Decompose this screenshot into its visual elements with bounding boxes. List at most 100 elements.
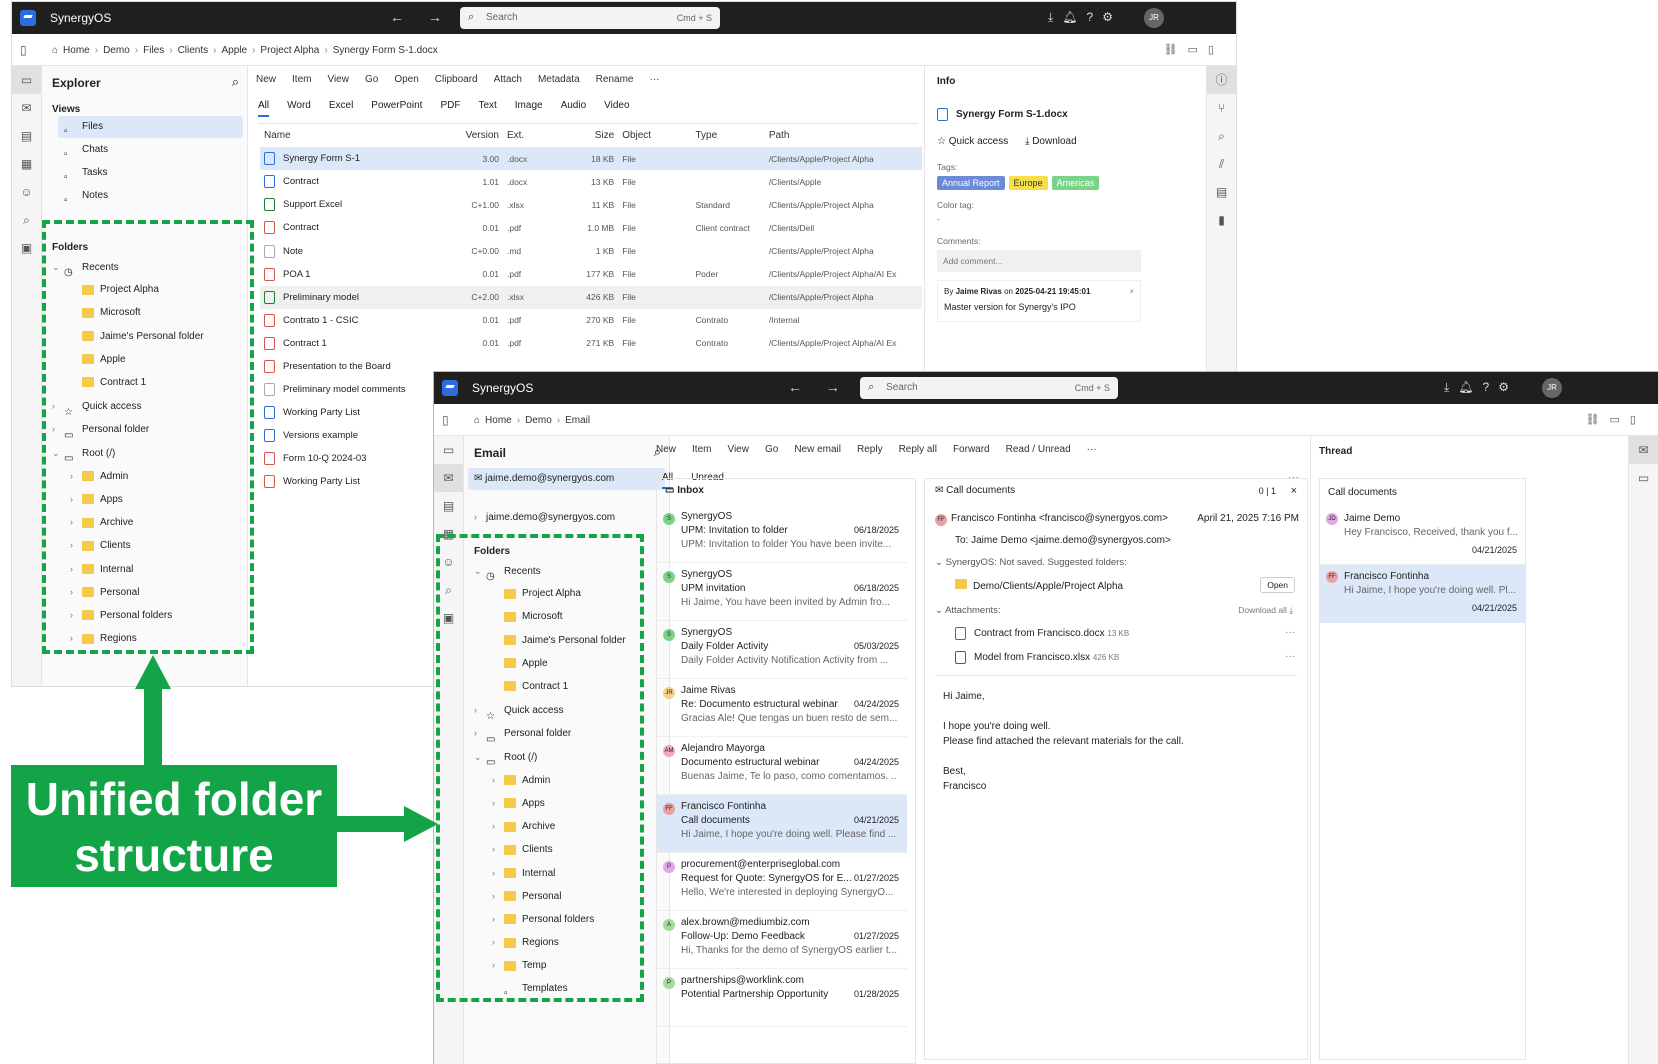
- grid-icon[interactable]: ▦: [12, 150, 41, 178]
- breadcrumb-item[interactable]: Synergy Form S-1.docx: [333, 45, 438, 56]
- mail-icon[interactable]: ✉: [12, 94, 41, 122]
- tab[interactable]: Video: [604, 100, 629, 115]
- quick-access-button[interactable]: Quick access: [949, 136, 1008, 147]
- open-button[interactable]: Open: [1260, 577, 1295, 593]
- tab[interactable]: Image: [515, 100, 543, 115]
- column-header[interactable]: Type: [691, 124, 765, 148]
- view-item[interactable]: ▫ Chats: [58, 139, 243, 161]
- close-icon[interactable]: ×: [1129, 287, 1134, 296]
- breadcrumb-item[interactable]: Files: [143, 45, 164, 56]
- toolbar-button[interactable]: Forward: [953, 444, 990, 455]
- toolbar-button[interactable]: View: [727, 444, 749, 455]
- toolbar-button[interactable]: ···: [649, 74, 659, 85]
- table-row[interactable]: Contrato 1 - CSIC 0.01 .pdf 270 KB File Contr…: [260, 309, 922, 332]
- list-item[interactable]: FF Francisco Fontinha Call documents 04/21/…: [657, 795, 907, 853]
- toolbar-button[interactable]: Metadata: [538, 74, 580, 85]
- tab[interactable]: PowerPoint: [371, 100, 422, 115]
- toolbar-button[interactable]: Rename: [596, 74, 634, 85]
- search-rail-icon[interactable]: ⌕: [12, 206, 41, 234]
- sidebar-toggle-icon[interactable]: ▯: [442, 413, 449, 427]
- folder-icon[interactable]: ▭: [434, 436, 463, 464]
- table-row[interactable]: POA 1 0.01 .pdf 177 KB File Poder/Clients/App…: [260, 263, 922, 286]
- tab[interactable]: Text: [478, 100, 496, 115]
- table-row[interactable]: Contract 1.01 .docx 13 KB File/Clients/Apple: [260, 170, 922, 193]
- breadcrumb-item[interactable]: Home: [63, 45, 90, 56]
- table-row[interactable]: Synergy Form S-1 3.00 .docx 18 KB File/Clien…: [260, 147, 922, 171]
- chart-icon[interactable]: ⫽: [1207, 150, 1236, 178]
- branch-icon[interactable]: ⑂: [1207, 94, 1236, 122]
- toolbar-button[interactable]: Attach: [494, 74, 522, 85]
- list-item[interactable]: S SynergyOS Daily Folder Activity 05/03/202…: [657, 621, 907, 679]
- table-row[interactable]: Contract 0.01 .pdf 1.0 MB File Client contrac…: [260, 216, 922, 239]
- sidebar-toggle-icon[interactable]: ▯: [20, 43, 27, 57]
- crumb-actions-icon[interactable]: ⛓▭▯: [1164, 43, 1224, 56]
- mail-icon[interactable]: ✉: [1629, 436, 1658, 464]
- list-item[interactable]: AM Alejandro Mayorga Documento estructural…: [657, 737, 907, 795]
- column-header[interactable]: Version: [448, 124, 503, 148]
- apps-icon[interactable]: ▣: [12, 234, 41, 262]
- doc-icon[interactable]: ▤: [1207, 178, 1236, 206]
- toolbar-button[interactable]: New: [656, 444, 676, 455]
- info-icon[interactable]: ⓘ: [1207, 66, 1236, 94]
- view-item[interactable]: ▫ Notes: [58, 185, 243, 207]
- search-input[interactable]: ⌕ Search Cmd + S: [860, 377, 1118, 399]
- toolbar-button[interactable]: Item: [292, 74, 311, 85]
- toolbar-button[interactable]: Item: [692, 444, 711, 455]
- chat-icon[interactable]: ▤: [12, 122, 41, 150]
- folder-icon[interactable]: ▭: [1629, 464, 1658, 492]
- breadcrumb-item[interactable]: Demo: [525, 415, 552, 426]
- file-icon[interactable]: ▮: [1207, 206, 1236, 234]
- list-item[interactable]: Aalex.brown@mediumbiz.com Follow-Up: Demo…: [657, 911, 907, 969]
- add-comment-input[interactable]: Add comment...: [937, 250, 1141, 272]
- download-button[interactable]: Download: [1032, 136, 1076, 147]
- star-icon[interactable]: ☆: [937, 136, 949, 147]
- account-item-2[interactable]: › jaime.demo@synergyos.com: [468, 506, 669, 528]
- toolbar-button[interactable]: Reply: [857, 444, 883, 455]
- list-item[interactable]: JR Jaime Rivas Re: Documento estructural w…: [657, 679, 907, 737]
- tab[interactable]: All: [258, 100, 270, 117]
- breadcrumb-item[interactable]: Project Alpha: [260, 45, 319, 56]
- toolbar-button[interactable]: Open: [394, 74, 418, 85]
- tag-badge[interactable]: Europe: [1008, 176, 1048, 190]
- breadcrumb-item[interactable]: Apple: [222, 45, 248, 56]
- toolbar-button[interactable]: New: [256, 74, 276, 85]
- toolbar-button[interactable]: Go: [365, 74, 378, 85]
- toolbar-icons[interactable]: ⤓🔔︎?⚙: [1444, 380, 1518, 395]
- toolbar-button[interactable]: View: [327, 74, 349, 85]
- list-item[interactable]: S SynergyOS UPM invitation 06/18/2025 Hi Jai…: [657, 563, 907, 621]
- list-item[interactable]: Pprocurement@enterpriseglobal.com Request…: [657, 853, 907, 911]
- column-header[interactable]: Object: [618, 124, 692, 148]
- search-icon[interactable]: ⌕: [1207, 122, 1236, 150]
- tag-badge[interactable]: Americas: [1051, 176, 1100, 190]
- table-row[interactable]: Preliminary model C+2.00 .xlsx 426 KB File/C…: [260, 285, 922, 309]
- suggested-folder[interactable]: Demo/Clients/Apple/Project Alpha: [955, 579, 1123, 592]
- table-row[interactable]: Contract 1 0.01 .pdf 271 KB File Contrato/Cli…: [260, 332, 922, 355]
- toolbar-icons[interactable]: ⤓🔔︎?⚙: [1048, 10, 1122, 25]
- attachment-1[interactable]: Contract from Francisco.docx 13 KB ···: [955, 627, 1295, 640]
- tab[interactable]: Word: [287, 100, 311, 115]
- view-item[interactable]: ▫ Tasks: [58, 162, 243, 184]
- toolbar-button[interactable]: Read / Unread: [1006, 444, 1071, 455]
- breadcrumb-item[interactable]: Clients: [178, 45, 209, 56]
- table-row[interactable]: Note C+0.00 .md 1 KB File/Clients/Apple/Proj…: [260, 239, 922, 262]
- tab[interactable]: PDF: [440, 100, 460, 115]
- mail-icon[interactable]: ✉: [434, 464, 463, 492]
- search-input[interactable]: ⌕ Search Cmd + S: [460, 7, 720, 29]
- account-item[interactable]: ✉ jaime.demo@synergyos.com: [468, 468, 665, 490]
- toolbar-button[interactable]: ···: [1087, 444, 1097, 455]
- home-icon[interactable]: ⌂: [52, 45, 58, 56]
- home-icon[interactable]: ⌂: [474, 415, 480, 426]
- column-header[interactable]: Name: [260, 124, 449, 148]
- tab[interactable]: Audio: [561, 100, 587, 115]
- view-item[interactable]: ▫ Files: [58, 116, 243, 138]
- breadcrumb-item[interactable]: Home: [485, 415, 512, 426]
- avatar[interactable]: JR: [1542, 378, 1562, 398]
- toolbar-button[interactable]: New email: [794, 444, 841, 455]
- thread-item[interactable]: FF Francisco Fontinha Hi Jaime, I hope you…: [1320, 565, 1525, 623]
- folder-icon[interactable]: ▭: [12, 66, 41, 94]
- chat-icon[interactable]: ▤: [434, 492, 463, 520]
- thread-item[interactable]: JD Jaime Demo Hey Francisco, Received, tha…: [1320, 507, 1525, 565]
- tab[interactable]: Excel: [329, 100, 353, 115]
- column-header[interactable]: Size: [555, 124, 619, 148]
- reader-counters[interactable]: 0 | 1 ×: [1259, 485, 1297, 497]
